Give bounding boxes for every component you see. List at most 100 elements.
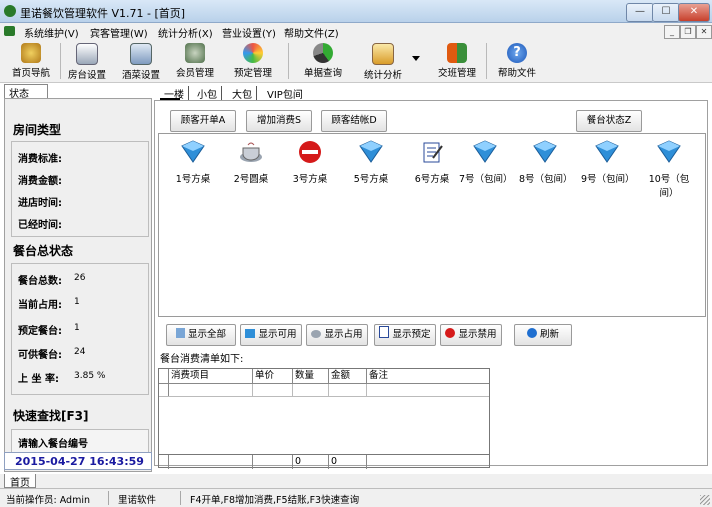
table-tile[interactable]: 5号方桌 <box>345 140 397 185</box>
maximize-button[interactable]: ☐ <box>652 3 680 22</box>
table-tile[interactable]: 9号（包间） <box>581 140 635 185</box>
grid-header-note: 备注 <box>369 370 389 381</box>
show-disabled-label: 显示禁用 <box>458 329 497 340</box>
toolbar-help-button[interactable]: ? 帮助文件 <box>494 41 540 81</box>
grid-row-indicator <box>159 384 169 396</box>
room-amount-label: 消费金额: <box>18 176 62 187</box>
grid-total-qty: 0 <box>293 455 329 469</box>
show-disabled-button[interactable]: 显示禁用 <box>440 324 502 346</box>
table-tile[interactable]: 2号圆桌 <box>225 140 277 185</box>
table-tile[interactable]: 1号方桌 <box>167 140 219 185</box>
color-wheel-icon <box>243 43 263 63</box>
grid-row-indicator <box>159 369 169 383</box>
free-table-icon <box>473 140 497 163</box>
stats-icon <box>372 43 394 65</box>
show-occupied-label: 显示占用 <box>324 329 363 340</box>
show-available-label: 显示可用 <box>258 329 297 340</box>
grid-header-item: 消费项目 <box>169 369 253 383</box>
quick-search-title: 快速查找[F3] <box>13 409 89 423</box>
close-button[interactable]: ✕ <box>678 3 710 22</box>
title-bar: 里诺餐饮管理软件 V1.71 - [首页] — ☐ ✕ <box>0 0 712 23</box>
mdi-close-button[interactable]: ✕ <box>696 25 712 39</box>
toolbar-shift-button[interactable]: 交班管理 <box>434 41 480 81</box>
toolbar: 首页导航 房台设置 酒菜设置 会员管理 预定管理 单据查询 统计分析 交班管理 … <box>0 39 712 83</box>
minimize-button[interactable]: — <box>626 3 654 22</box>
table-tile[interactable]: 7号（包间） <box>459 140 513 185</box>
people-icon <box>447 43 467 63</box>
bottom-tab-bar: 首页 <box>0 474 712 489</box>
mdi-minimize-button[interactable]: _ <box>664 25 680 39</box>
summary-available-label: 可供餐台: <box>18 350 62 361</box>
menu-help[interactable]: 帮助文件(Z) <box>284 25 339 40</box>
show-available-button[interactable]: 显示可用 <box>240 324 302 346</box>
menu-system[interactable]: 系统维护(V) <box>24 25 79 40</box>
table-name: 10号（包间） <box>648 174 690 199</box>
menu-stats[interactable]: 统计分析(X) <box>158 25 213 40</box>
table-name: 5号方桌 <box>353 174 389 185</box>
tab-home[interactable]: 首页 <box>4 474 36 489</box>
toolbar-separator <box>60 43 61 79</box>
free-table-icon <box>245 329 256 338</box>
grid-row-indicator <box>159 455 169 469</box>
toolbar-stats-button[interactable]: 统计分析 <box>360 41 406 81</box>
table-name: 7号（包间） <box>459 174 513 185</box>
toolbar-members-label: 会员管理 <box>175 68 214 79</box>
table-tile[interactable]: 10号（包间） <box>647 140 691 199</box>
help-icon: ? <box>507 43 527 63</box>
mdi-restore-button[interactable]: ❐ <box>680 25 696 39</box>
grid-header-qty: 数量 <box>293 369 329 383</box>
quick-search-input[interactable]: 请输入餐台编号 <box>11 429 149 453</box>
summary-occupied-value: 1 <box>74 297 80 307</box>
dropdown-arrow-icon[interactable] <box>412 56 420 61</box>
summary-box: 餐台总数: 26 当前占用: 1 预定餐台: 1 可供餐台: 24 上 坐 率:… <box>11 263 149 395</box>
list-title: 餐台消费清单如下: <box>160 354 244 365</box>
menu-business[interactable]: 营业设置(Y) <box>222 25 276 40</box>
show-all-button[interactable]: 显示全部 <box>166 324 236 346</box>
toolbar-reserve-button[interactable]: 预定管理 <box>228 41 278 81</box>
window-icon <box>130 43 152 65</box>
toolbar-members-button[interactable]: 会员管理 <box>172 41 218 81</box>
app-icon <box>4 5 16 17</box>
grid-header-amount: 金额 <box>329 369 367 383</box>
toolbar-tables-label: 房台设置 <box>67 70 106 81</box>
refresh-button[interactable]: 刷新 <box>514 324 572 346</box>
free-table-icon <box>359 140 383 163</box>
show-all-label: 显示全部 <box>187 329 226 340</box>
toolbar-home-button[interactable]: 首页导航 <box>8 41 54 81</box>
menu-guest[interactable]: 宾客管理(W) <box>90 25 148 40</box>
room-elapsed-label: 已经时间: <box>18 220 62 231</box>
document-icon <box>76 43 98 65</box>
show-occupied-button[interactable]: 显示占用 <box>306 324 368 346</box>
toolbar-orders-button[interactable]: 单据查询 <box>298 41 348 81</box>
checkout-button[interactable]: 顾客结帐D <box>321 110 387 132</box>
status-panel: 房间类型 消费标准: 消费金额: 进店时间: 已经时间: 餐台总状态 餐台总数:… <box>4 98 152 472</box>
tab-status[interactable]: 状态 <box>4 84 48 100</box>
show-reserved-button[interactable]: 显示预定 <box>374 324 436 346</box>
table-row[interactable] <box>159 384 489 397</box>
table-name: 8号（包间） <box>519 174 573 185</box>
tab-small-room[interactable]: 小包 <box>193 86 222 101</box>
resize-grip-icon[interactable] <box>700 495 710 505</box>
table-tile[interactable]: 6号方桌 <box>406 140 458 185</box>
toolbar-reserve-label: 预定管理 <box>233 68 272 79</box>
room-info-box: 消费标准: 消费金额: 进店时间: 已经时间: <box>11 141 149 237</box>
tab-large-room[interactable]: 大包 <box>228 86 257 101</box>
free-table-icon <box>595 140 619 163</box>
add-consumption-button[interactable]: 增加消费S <box>246 110 312 132</box>
table-name: 2号圆桌 <box>233 174 269 185</box>
toolbar-tables-button[interactable]: 房台设置 <box>64 41 110 81</box>
toolbar-dishes-button[interactable]: 酒菜设置 <box>118 41 164 81</box>
disabled-table-icon <box>445 328 456 338</box>
table-tile[interactable]: 3号方桌 <box>284 140 336 185</box>
table-name: 9号（包间） <box>581 174 635 185</box>
open-order-button[interactable]: 顾客开单A <box>170 110 236 132</box>
table-tile[interactable]: 8号（包间） <box>519 140 573 185</box>
table-status-button[interactable]: 餐台状态Z <box>576 110 642 132</box>
tab-vip-room[interactable]: VIP包间 <box>263 86 307 101</box>
summary-available-value: 24 <box>74 347 86 357</box>
summary-title: 餐台总状态 <box>13 244 74 258</box>
disabled-table-icon <box>299 141 321 163</box>
status-hints: F4开单,F8增加消费,F5结账,F3快速查询 <box>190 495 360 506</box>
quick-search-placeholder: 请输入餐台编号 <box>18 439 88 450</box>
toolbar-separator <box>288 43 289 79</box>
